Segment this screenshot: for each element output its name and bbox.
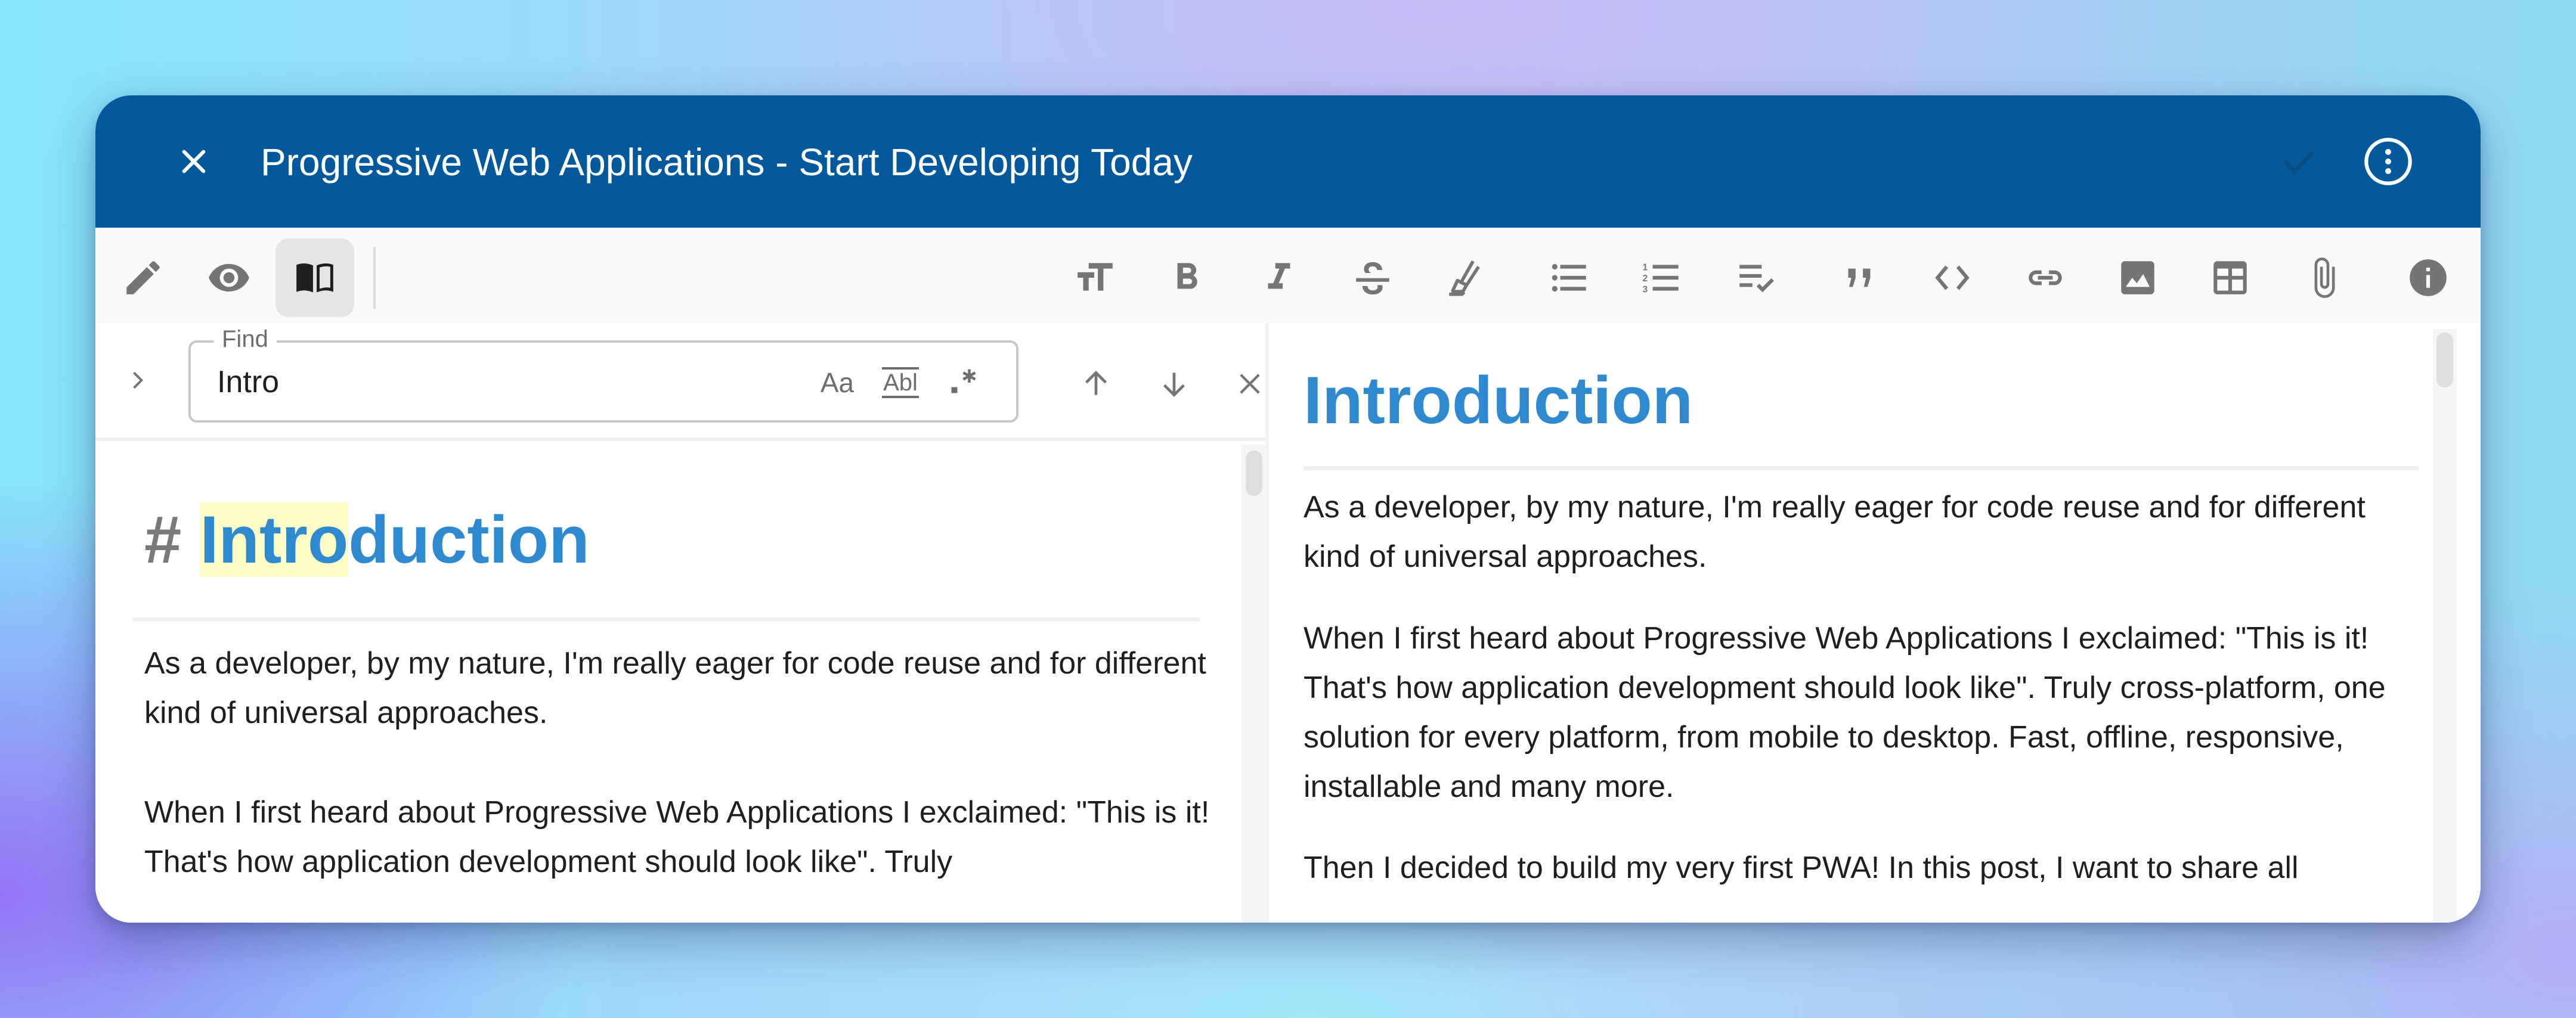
- preview-heading: Introduction: [1304, 363, 1693, 437]
- numbered-list-button[interactable]: 123: [1623, 238, 1701, 317]
- previous-match-button[interactable]: [1075, 362, 1117, 405]
- markdown-paragraph: As a developer, by my nature, I'm really…: [144, 646, 1206, 730]
- whole-word-toggle[interactable]: Abl: [875, 362, 925, 404]
- bold-icon: [1177, 263, 1197, 289]
- markdown-text-area[interactable]: # Introduction As a developer, by my nat…: [95, 445, 1241, 923]
- bulleted-list-icon: [1552, 263, 1586, 292]
- close-icon: [1240, 374, 1260, 394]
- bold-button[interactable]: [1147, 238, 1226, 317]
- editor-scrollbar[interactable]: [1241, 445, 1265, 923]
- match-case-toggle[interactable]: Aa: [812, 362, 862, 404]
- heading-button[interactable]: [1055, 238, 1134, 317]
- whole-word-icon: Abl: [882, 367, 919, 398]
- toolbar-divider: [373, 247, 376, 309]
- code-button[interactable]: [1913, 238, 1992, 317]
- eye-icon: [209, 263, 249, 292]
- strikethrough-button[interactable]: [1333, 238, 1412, 317]
- find-input[interactable]: [217, 359, 754, 405]
- match-case-icon: Aa: [820, 367, 854, 398]
- more-vertical-circle-icon: [2364, 138, 2412, 185]
- find-field: Find Aa Abl: [188, 323, 1018, 423]
- paperclip-icon: [2314, 257, 2335, 298]
- image-button[interactable]: [2098, 238, 2177, 317]
- document-title: Progressive Web Applications - Start Dev…: [261, 141, 1193, 184]
- preview-heading-underline: [1304, 466, 2419, 470]
- preview-paragraph: Then I decided to build my very first PW…: [1304, 851, 2299, 885]
- more-options-button[interactable]: [2361, 135, 2415, 188]
- app-header: Progressive Web Applications - Start Dev…: [95, 95, 2481, 228]
- blockquote-button[interactable]: [1820, 238, 1899, 317]
- next-match-button[interactable]: [1153, 362, 1196, 405]
- code-icon: [1935, 265, 1970, 290]
- preview-mode-button[interactable]: [190, 238, 268, 317]
- info-icon: [2410, 259, 2447, 296]
- task-list-button[interactable]: [1717, 238, 1795, 317]
- heading-marker: #: [144, 502, 182, 577]
- markdown-paragraph: When I first heard about Progressive Web…: [144, 795, 1210, 879]
- regex-toggle[interactable]: [940, 362, 990, 404]
- editor-scrollbar-thumb[interactable]: [1246, 451, 1262, 496]
- close-find-button[interactable]: [1228, 362, 1265, 405]
- search-match-highlight: Intro: [200, 502, 349, 577]
- formatting-toolbar: 123: [95, 228, 2481, 323]
- book-open-icon: [296, 263, 333, 293]
- toggle-replace-button[interactable]: [119, 362, 155, 398]
- attachment-button[interactable]: [2284, 238, 2363, 317]
- preview-paragraph: As a developer, by my nature, I'm really…: [1304, 490, 2366, 574]
- check-icon: [2284, 151, 2314, 174]
- side-by-side-mode-button[interactable]: [275, 238, 354, 317]
- highlight-button[interactable]: [1426, 238, 1505, 317]
- strikethrough-icon: [1356, 262, 1389, 295]
- arrow-down-icon: [1163, 373, 1185, 397]
- link-button[interactable]: [2006, 238, 2085, 317]
- heading-text-rest: duction: [348, 502, 590, 577]
- link-icon: [2029, 270, 2062, 285]
- regex-icon: [951, 369, 976, 393]
- arrow-up-icon: [1085, 371, 1107, 395]
- table-icon: [2213, 261, 2247, 294]
- chevron-right-icon: [133, 371, 144, 389]
- close-icon: [182, 150, 206, 173]
- svg-text:2: 2: [1643, 274, 1648, 284]
- find-bar: Find Aa Abl: [95, 323, 1265, 441]
- highlighter-icon: [1449, 260, 1480, 296]
- preview-pane: Introduction As a developer, by my natur…: [1269, 323, 2481, 923]
- info-button[interactable]: [2389, 238, 2467, 317]
- text-size-icon: [1078, 263, 1113, 291]
- preview-paragraph: When I first heard about Progressive Web…: [1304, 621, 2386, 804]
- close-button[interactable]: [170, 138, 218, 185]
- save-button[interactable]: [2275, 138, 2323, 185]
- pencil-icon: [126, 261, 160, 294]
- italic-icon: [1268, 263, 1290, 289]
- svg-text:3: 3: [1643, 285, 1648, 295]
- find-label: Find: [213, 323, 277, 356]
- bullet-list-button[interactable]: [1530, 238, 1609, 317]
- edit-mode-button[interactable]: [104, 238, 182, 317]
- heading-underline: [132, 617, 1200, 622]
- italic-button[interactable]: [1240, 238, 1318, 317]
- numbered-list-icon: 123: [1643, 263, 1679, 295]
- image-icon: [2121, 261, 2154, 294]
- quote-icon: [1848, 268, 1871, 287]
- markdown-editor-pane: Find Aa Abl: [95, 323, 1265, 923]
- checklist-icon: [1739, 265, 1774, 293]
- editor-window: Progressive Web Applications - Start Dev…: [95, 95, 2481, 923]
- preview-scrollbar-thumb[interactable]: [2436, 333, 2453, 387]
- markdown-heading: # Introduction: [144, 499, 590, 581]
- svg-text:1: 1: [1643, 263, 1648, 273]
- table-button[interactable]: [2191, 238, 2270, 317]
- preview-scrollbar[interactable]: [2433, 329, 2457, 923]
